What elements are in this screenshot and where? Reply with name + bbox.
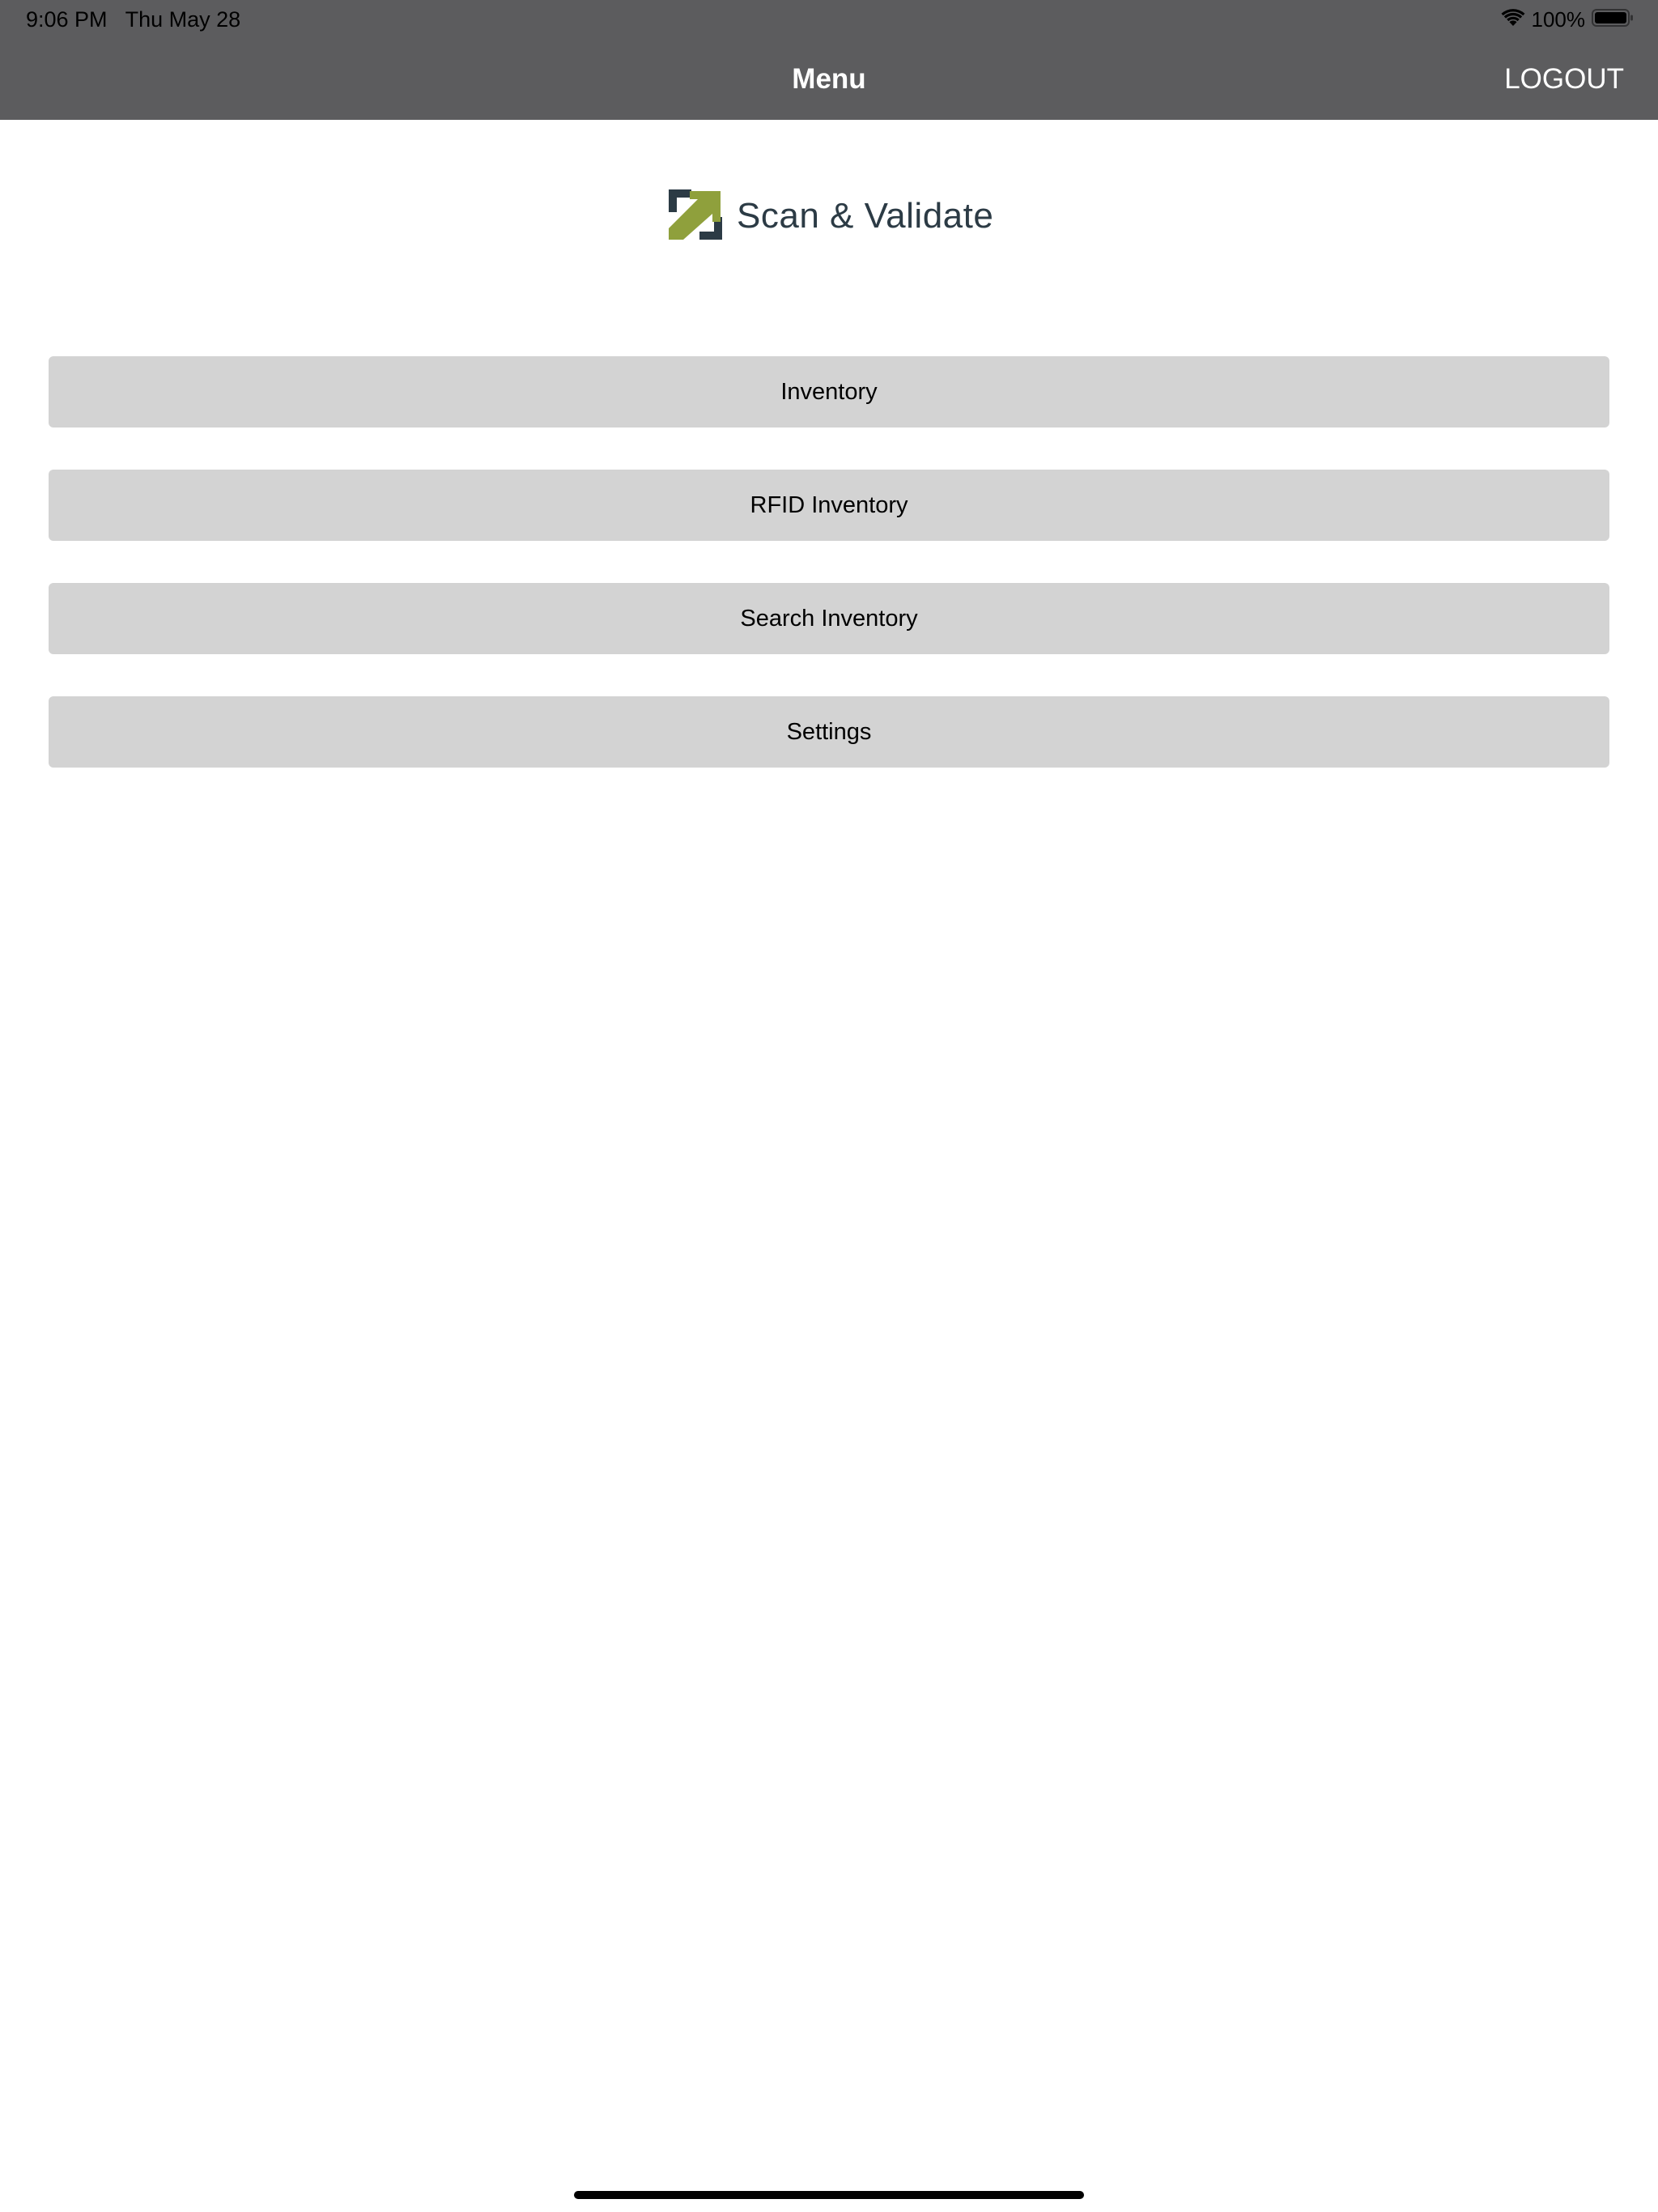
search-inventory-button[interactable]: Search Inventory: [49, 583, 1609, 654]
settings-button[interactable]: Settings: [49, 696, 1609, 768]
status-time: 9:06 PM: [26, 7, 108, 32]
battery-icon: [1592, 8, 1634, 32]
scan-validate-logo-icon: [669, 189, 722, 244]
page-title: Menu: [792, 63, 866, 95]
status-date: Thu May 28: [125, 7, 241, 32]
status-bar-time: 9:06 PM Thu May 28: [26, 5, 240, 34]
logout-button[interactable]: LOGOUT: [1504, 60, 1624, 99]
inventory-button[interactable]: Inventory: [49, 356, 1609, 428]
inventory-button-label: Inventory: [780, 378, 878, 405]
app-logo: Scan & Validate: [669, 189, 993, 243]
settings-button-label: Settings: [786, 718, 872, 745]
wifi-icon: [1501, 8, 1525, 31]
logo-text: Scan & Validate: [737, 196, 994, 236]
rfid-inventory-button[interactable]: RFID Inventory: [49, 470, 1609, 541]
status-bar-right: 100%: [1501, 5, 1635, 34]
rfid-inventory-button-label: RFID Inventory: [750, 491, 908, 518]
battery-percentage: 100%: [1531, 7, 1586, 32]
home-indicator[interactable]: [574, 2191, 1084, 2199]
top-bar: 9:06 PM Thu May 28 100% Menu LOGOUT: [0, 0, 1658, 120]
search-inventory-button-label: Search Inventory: [740, 605, 918, 632]
menu-screen: 9:06 PM Thu May 28 100% Menu LOGOUT Scan…: [0, 0, 1658, 2212]
